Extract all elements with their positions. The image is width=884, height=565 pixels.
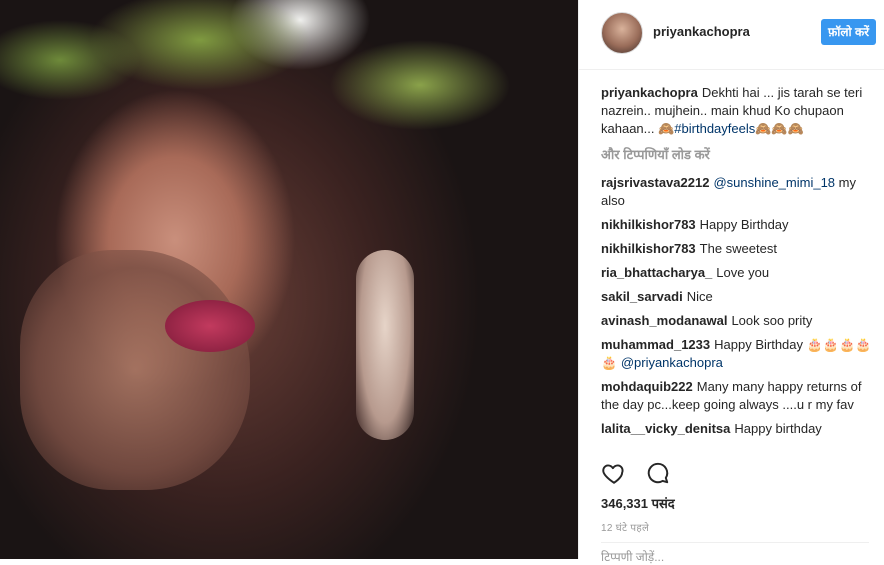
comment-bubble-icon[interactable] <box>645 460 671 486</box>
flower-crown <box>0 0 578 150</box>
comment-text: Love you <box>716 265 770 280</box>
header-username[interactable]: priyankachopra <box>653 24 750 39</box>
avatar[interactable] <box>601 12 643 54</box>
comment-item: muhammad_1233 Happy Birthday 🎂🎂🎂🎂🎂 @priya… <box>601 336 873 372</box>
follow-button[interactable]: फ़ॉलो करें <box>821 19 877 45</box>
comment-item: ria_bhattacharya_ Love you <box>601 264 873 282</box>
comment-text: The sweetest <box>699 241 777 256</box>
load-more-comments-button[interactable]: और टिप्पणियाँ लोड करें <box>601 146 873 164</box>
comment-username[interactable]: lalita__vicky_denitsa <box>601 421 730 436</box>
comment-item: lalita__vicky_denitsa Happy birthday <box>601 420 873 438</box>
divider <box>601 542 869 543</box>
comment-item: nikhilkishor783 The sweetest <box>601 240 873 258</box>
post-timestamp[interactable]: 12 घंटे पहले <box>601 520 649 534</box>
comment-mention[interactable]: @priyankachopra <box>621 355 723 370</box>
hand <box>20 250 250 490</box>
comment-item: mohdaquib222 Many many happy returns of t… <box>601 378 873 414</box>
likes-count[interactable]: 346,331 पसंद <box>601 494 675 512</box>
comment-text: Nice <box>686 289 713 304</box>
earring <box>356 250 414 440</box>
comment-username[interactable]: rajsrivastava2212 <box>601 175 709 190</box>
comment-username[interactable]: nikhilkishor783 <box>601 217 696 232</box>
comment-text: Happy birthday <box>734 421 822 436</box>
comment-username[interactable]: avinash_modanawal <box>601 313 727 328</box>
post-header: priyankachopra फ़ॉलो करें <box>579 0 884 70</box>
comment-item: avinash_modanawal Look soo prity <box>601 312 873 330</box>
comment-username[interactable]: muhammad_1233 <box>601 337 710 352</box>
lips <box>165 300 255 352</box>
comment-item: sakil_sarvadi Nice <box>601 288 873 306</box>
add-comment-input[interactable]: टिप्पणी जोड़ें... <box>601 548 664 565</box>
comment-item: rajsrivastava2212 @sunshine_mimi_18 my al… <box>601 174 873 210</box>
post-photo[interactable] <box>0 0 578 559</box>
comment-text: Look soo prity <box>731 313 813 328</box>
comments-list[interactable]: priyankachopra Dekhti hai ... jis tarah s… <box>601 84 873 450</box>
post-sidebar: priyankachopra फ़ॉलो करें priyankachopra… <box>578 0 884 564</box>
comment-username[interactable]: mohdaquib222 <box>601 379 693 394</box>
comment-username[interactable]: sakil_sarvadi <box>601 289 683 304</box>
post-actions <box>601 460 685 488</box>
caption-hashtag[interactable]: 🙈#birthdayfeels🙈🙈🙈 <box>658 121 804 136</box>
comment-mention[interactable]: @sunshine_mimi_18 <box>713 175 835 190</box>
caption: priyankachopra Dekhti hai ... jis tarah s… <box>601 84 873 138</box>
comment-item: nikhilkishor783 Happy Birthday <box>601 216 873 234</box>
comment-username[interactable]: nikhilkishor783 <box>601 241 696 256</box>
caption-username[interactable]: priyankachopra <box>601 85 698 100</box>
comment-text: Happy Birthday <box>699 217 789 232</box>
heart-icon[interactable] <box>601 460 627 486</box>
comment-username[interactable]: ria_bhattacharya_ <box>601 265 712 280</box>
